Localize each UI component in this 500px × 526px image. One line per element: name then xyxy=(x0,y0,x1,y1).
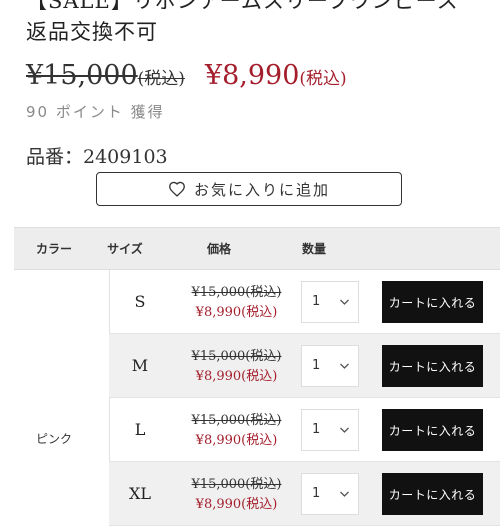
add-to-cart-button[interactable]: カートに入れる xyxy=(382,473,483,515)
price-block: ¥15,000 (税込) ¥8,990 (税込) xyxy=(26,60,347,100)
quantity-select[interactable]: 1 xyxy=(301,409,359,451)
header-size: サイズ xyxy=(107,242,143,256)
add-to-cart-button[interactable]: カートに入れる xyxy=(382,281,483,323)
row-original-price: ¥15,000(税込) xyxy=(191,285,282,300)
chevron-down-icon xyxy=(340,427,349,433)
row-original-price: ¥15,000(税込) xyxy=(191,477,282,492)
original-price: ¥15,000 xyxy=(26,60,138,91)
add-to-favorites-label: お気に入りに追加 xyxy=(193,180,330,199)
quantity-value: 1 xyxy=(312,486,321,501)
size-label: M xyxy=(131,356,149,375)
add-to-cart-button[interactable]: カートに入れる xyxy=(382,345,483,387)
row-original-price: ¥15,000(税込) xyxy=(191,349,282,364)
product-sku: 品番：2409103 xyxy=(26,146,168,168)
variant-table: カラー サイズ 価格 数量 ピンク S ¥15,000(税込) ¥8,990(税… xyxy=(14,227,500,526)
chevron-down-icon xyxy=(340,491,349,497)
quantity-select[interactable]: 1 xyxy=(301,281,359,323)
quantity-select[interactable]: 1 xyxy=(301,473,359,515)
heart-outline-icon xyxy=(168,181,194,197)
sale-price: ¥8,990 xyxy=(204,60,300,91)
size-label: L xyxy=(134,420,146,439)
row-original-price: ¥15,000(税込) xyxy=(191,413,282,428)
quantity-value: 1 xyxy=(312,358,321,373)
add-to-favorites-button[interactable]: お気に入りに追加 xyxy=(96,172,402,206)
quantity-value: 1 xyxy=(312,422,321,437)
row-prices: ¥15,000(税込) ¥8,990(税込) xyxy=(179,475,294,515)
header-quantity: 数量 xyxy=(301,242,326,256)
row-sale-price: ¥8,990(税込) xyxy=(195,497,278,512)
row-sale-price: ¥8,990(税込) xyxy=(195,433,278,448)
chevron-down-icon xyxy=(340,363,349,369)
header-price: 価格 xyxy=(206,242,231,256)
size-label: XL xyxy=(128,484,151,503)
quantity-select[interactable]: 1 xyxy=(301,345,359,387)
add-to-cart-button[interactable]: カートに入れる xyxy=(382,409,483,451)
variant-row-m: M ¥15,000(税込) ¥8,990(税込) 1 カートに入れる xyxy=(109,334,500,398)
original-price-tax: (税込) xyxy=(137,69,185,89)
product-title: 【SALE】リボンアームスリーブワンピース 返品交換不可 xyxy=(26,0,459,44)
row-prices: ¥15,000(税込) ¥8,990(税込) xyxy=(179,347,294,387)
size-label: S xyxy=(134,292,146,311)
variant-row-s: S ¥15,000(税込) ¥8,990(税込) 1 カートに入れる xyxy=(109,270,500,334)
row-prices: ¥15,000(税込) ¥8,990(税込) xyxy=(179,283,294,323)
sale-price-tax: (税込) xyxy=(299,69,347,89)
row-sale-price: ¥8,990(税込) xyxy=(195,305,278,320)
row-sale-price: ¥8,990(税込) xyxy=(195,369,278,384)
row-prices: ¥15,000(税込) ¥8,990(税込) xyxy=(179,411,294,451)
color-cell: ピンク xyxy=(14,270,110,500)
variant-row-l: L ¥15,000(税込) ¥8,990(税込) 1 カートに入れる xyxy=(109,398,500,462)
quantity-value: 1 xyxy=(312,294,321,309)
variant-row-xl: XL ¥15,000(税込) ¥8,990(税込) 1 カートに入れる xyxy=(109,462,500,526)
chevron-down-icon xyxy=(340,299,349,305)
points-earned: 90 ポイント 獲得 xyxy=(26,103,165,121)
variant-table-header: カラー サイズ 価格 数量 xyxy=(14,227,500,270)
color-label: ピンク xyxy=(35,432,72,446)
header-color: カラー xyxy=(35,242,72,256)
